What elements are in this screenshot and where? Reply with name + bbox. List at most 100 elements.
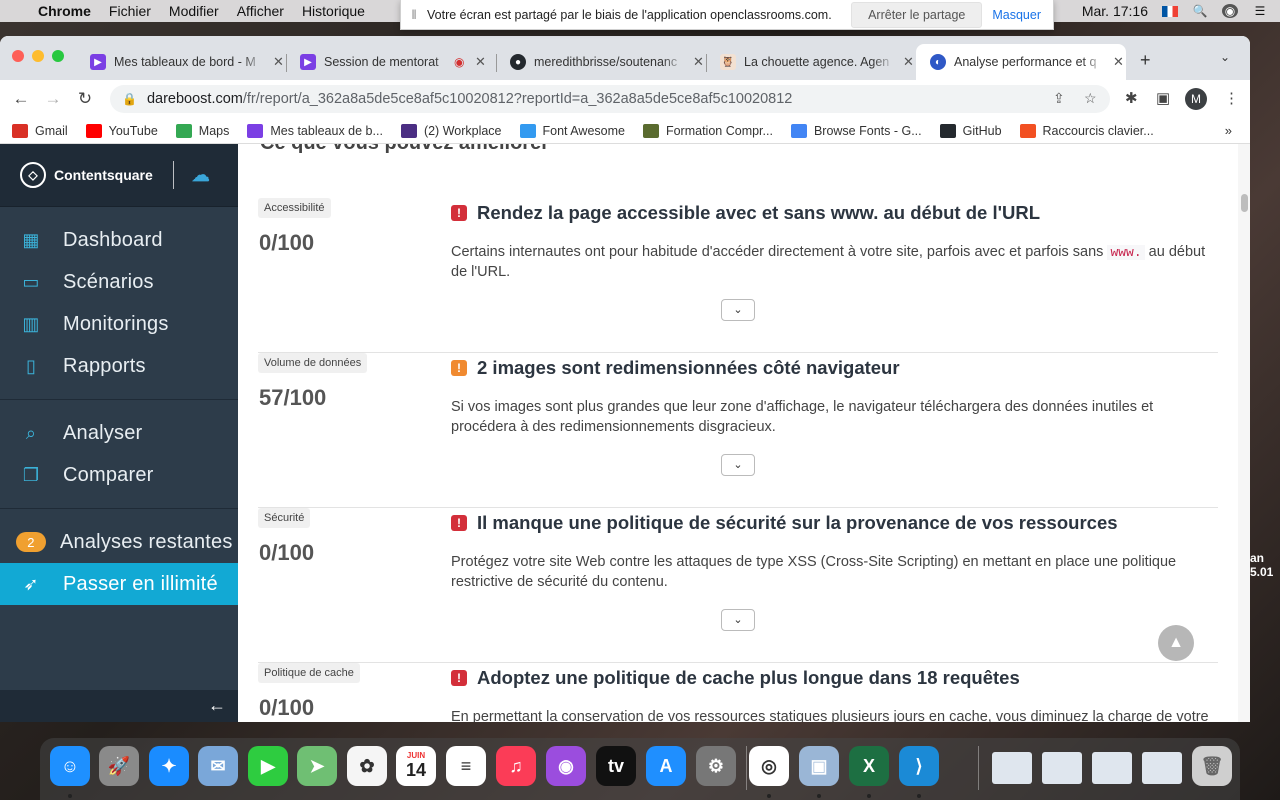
app-store-icon[interactable]: A <box>646 746 686 786</box>
spotlight-icon[interactable]: 🔍 <box>1192 4 1208 18</box>
menu-app-name[interactable]: Chrome <box>38 3 91 19</box>
excel-icon[interactable]: X <box>849 746 889 786</box>
sidebar-item-rapports[interactable]: ▯ Rapports <box>0 345 238 387</box>
sidebar-item-monitorings[interactable]: ▥ Monitorings <box>0 303 238 345</box>
close-tab-icon[interactable]: ✕ <box>1111 54 1126 70</box>
minimize-window-icon[interactable] <box>32 50 44 62</box>
siri-icon[interactable]: ◉ <box>1222 4 1238 18</box>
sidebar-item-comparer[interactable]: ❐ Comparer <box>0 454 238 496</box>
minimized-window-thumbnail[interactable] <box>1142 752 1182 784</box>
menu-afficher[interactable]: Afficher <box>237 3 284 19</box>
tab-analyse-performance[interactable]: ◐ Analyse performance et q ✕ <box>916 44 1126 80</box>
bookmark-star-icon[interactable]: ☆ <box>1084 90 1097 107</box>
brand-name[interactable]: Contentsquare <box>54 167 153 183</box>
bookmarks-overflow-icon[interactable]: » <box>1225 123 1232 138</box>
maps-icon[interactable]: ➤ <box>297 746 337 786</box>
podcasts-icon[interactable]: ◉ <box>546 746 586 786</box>
address-bar[interactable]: 🔒 dareboost.com/fr/report/a_362a8a5de5ce… <box>110 85 1110 113</box>
bookmark-item[interactable]: (2) Workplace <box>400 123 502 138</box>
back-icon[interactable]: ← <box>10 89 32 109</box>
category-score: 0/100 <box>259 230 315 255</box>
recommendation-header[interactable]: ! Adoptez une politique de cache plus lon… <box>451 667 1020 689</box>
forward-icon[interactable]: → <box>42 89 64 109</box>
facetime-icon[interactable]: ▶ <box>248 746 288 786</box>
music-icon[interactable]: ♫ <box>496 746 536 786</box>
finder-icon[interactable]: ☺ <box>50 746 90 786</box>
upgrade-button[interactable]: ➶ Passer en illimité <box>0 563 238 605</box>
reminders-icon[interactable]: ≡ <box>446 746 486 786</box>
avatar[interactable]: M <box>1185 88 1207 110</box>
tab-session-mentorat[interactable]: ▶ Session de mentorat ◉ ✕ <box>286 44 497 80</box>
share-icon[interactable]: ⇪ <box>1053 90 1065 107</box>
scrollbar-thumb[interactable] <box>1241 194 1248 212</box>
recommendation-header[interactable]: ! 2 images sont redimensionnées côté navi… <box>451 357 900 379</box>
collapse-sidebar-icon[interactable]: ← <box>0 690 238 722</box>
sidebar-item-analyser[interactable]: ⌕ Analyser <box>0 412 238 454</box>
expand-chevron-icon[interactable]: ⌄ <box>721 454 755 476</box>
minimized-window-thumbnail[interactable] <box>992 752 1032 784</box>
french-flag-icon[interactable] <box>1162 5 1178 17</box>
sidebar-item-scenarios[interactable]: ▭ Scénarios <box>0 261 238 303</box>
lock-icon[interactable]: 🔒 <box>122 92 137 106</box>
close-tab-icon[interactable]: ✕ <box>271 54 286 70</box>
bookmark-item[interactable]: Gmail <box>12 123 68 138</box>
bookmark-item[interactable]: Browse Fonts - G... <box>790 123 922 138</box>
menu-historique[interactable]: Historique <box>302 3 365 19</box>
system-preferences-icon[interactable]: ⚙ <box>696 746 736 786</box>
menu-fichier[interactable]: Fichier <box>109 3 151 19</box>
more-menu-icon[interactable]: ⋮ <box>1224 89 1239 107</box>
bookmark-item[interactable]: GitHub <box>939 123 1002 138</box>
chrome-icon[interactable]: ◎ <box>749 746 789 786</box>
close-tab-icon[interactable]: ✕ <box>901 54 916 70</box>
close-tab-icon[interactable]: ✕ <box>472 54 488 70</box>
recommendation-header[interactable]: ! Il manque une politique de sécurité sur… <box>451 512 1118 534</box>
sidebar-item-dashboard[interactable]: ▦ Dashboard <box>0 219 238 261</box>
gmail-icon <box>12 123 28 138</box>
menu-modifier[interactable]: Modifier <box>169 3 219 19</box>
safari-icon[interactable]: ✦ <box>149 746 189 786</box>
reload-icon[interactable]: ↻ <box>74 89 96 109</box>
alert-icon: ! <box>451 360 467 376</box>
close-window-icon[interactable] <box>12 50 24 62</box>
expand-chevron-icon[interactable]: ⌄ <box>721 299 755 321</box>
side-panel-icon[interactable]: ▣ <box>1156 89 1170 107</box>
bookmark-item[interactable]: Formation Compr... <box>642 123 773 138</box>
page-scrollbar[interactable] <box>1238 144 1250 722</box>
vscode-icon[interactable]: ⟩ <box>899 746 939 786</box>
scroll-to-top-icon[interactable]: ▲ <box>1158 625 1194 661</box>
sidebar-item-analyses-restantes[interactable]: 2 Analyses restantes <box>0 521 238 563</box>
tab-github[interactable]: ● meredithbrisse/soutenanc ✕ <box>496 44 707 80</box>
close-tab-icon[interactable]: ✕ <box>691 54 706 70</box>
bookmark-item[interactable]: Raccourcis clavier... <box>1019 123 1154 138</box>
calendar-icon[interactable]: JUIN 14 <box>396 746 436 786</box>
control-center-icon[interactable]: ☰ <box>1252 4 1268 18</box>
minimized-window-thumbnail[interactable] <box>1092 752 1132 784</box>
bookmark-item[interactable]: Font Awesome <box>519 123 625 138</box>
stop-sharing-button[interactable]: Arrêter le partage <box>851 1 983 28</box>
extensions-icon[interactable]: ✱ <box>1125 89 1138 107</box>
tab-mes-tableaux[interactable]: ▶ Mes tableaux de bord - M ✕ <box>76 44 287 80</box>
trash-icon[interactable]: 🗑 <box>1192 746 1232 786</box>
bookmark-item[interactable]: Mes tableaux de b... <box>247 123 383 138</box>
menubar-clock[interactable]: Mar. 17:16 <box>1082 3 1148 19</box>
recommendation-header[interactable]: ! Rendez la page accessible avec et sans … <box>451 202 1040 224</box>
hide-button[interactable]: Masquer <box>992 8 1041 22</box>
preview-icon[interactable]: ▣ <box>799 746 839 786</box>
minimized-window-thumbnail[interactable] <box>1042 752 1082 784</box>
contentsquare-logo-icon[interactable]: ◇ <box>20 162 46 188</box>
launchpad-icon[interactable]: 🚀 <box>99 746 139 786</box>
alert-icon: ! <box>451 205 467 221</box>
category-tag: Politique de cache <box>258 663 360 683</box>
tv-icon[interactable]: tv <box>596 746 636 786</box>
drag-handle-icon[interactable]: ‖ <box>401 7 427 22</box>
photos-icon[interactable]: ✿ <box>347 746 387 786</box>
tab-search-icon[interactable]: ⌄ <box>1220 50 1230 64</box>
maximize-window-icon[interactable] <box>52 50 64 62</box>
mail-icon[interactable]: ✉ <box>198 746 238 786</box>
new-tab-icon[interactable]: + <box>1140 50 1151 71</box>
dareboost-logo-icon[interactable]: ☁ <box>192 165 210 186</box>
tab-chouette-agence[interactable]: 🦉 La chouette agence. Agen ✕ <box>706 44 916 80</box>
bookmark-item[interactable]: YouTube <box>85 123 158 138</box>
bookmark-item[interactable]: Maps <box>175 123 229 138</box>
expand-chevron-icon[interactable]: ⌄ <box>721 609 755 631</box>
